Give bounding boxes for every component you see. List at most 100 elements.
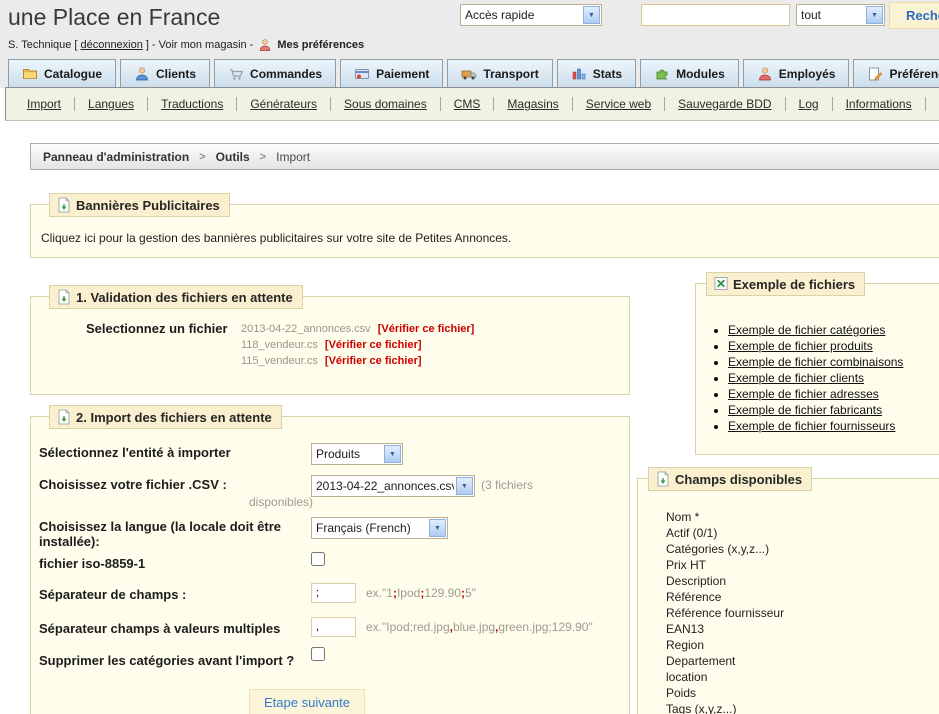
tab-employes[interactable]: Employés: [742, 59, 850, 88]
banner-section-legend: Bannières Publicitaires: [49, 193, 230, 217]
validation-section-legend: 1. Validation des fichiers en attente: [49, 285, 303, 309]
tab-label: Clients: [156, 66, 197, 81]
tab-catalogue[interactable]: Catalogue: [8, 59, 117, 88]
tab-transport[interactable]: Transport: [447, 59, 553, 88]
example-file-link[interactable]: Exemple de fichier produits: [728, 339, 873, 353]
dash: -: [151, 39, 156, 51]
field-item: Departement: [666, 654, 736, 668]
subtab-sauvegarde-bdd[interactable]: Sauvegarde BDD: [665, 97, 786, 111]
tab-clients[interactable]: Clients: [120, 59, 211, 88]
banner-section: Bannières Publicitaires Cliquez ici pour…: [30, 193, 939, 258]
field-item: Référence: [666, 590, 722, 604]
delete-categories-checkbox[interactable]: [311, 647, 325, 661]
file-name: 2013-04-22_annonces.csv: [241, 323, 371, 335]
cart-icon: [228, 66, 244, 82]
tab-paiement[interactable]: Paiement: [340, 59, 444, 88]
banner-title: Bannières Publicitaires: [76, 197, 220, 213]
available-fields-list: Nom * Actif (0/1) Catégories (x,y,z...) …: [666, 509, 784, 714]
subtab-traductions[interactable]: Traductions: [148, 97, 238, 111]
tab-label: Stats: [592, 66, 623, 81]
subtab-import[interactable]: Import: [14, 97, 76, 111]
tab-label: Préférences: [889, 66, 939, 81]
multivalue-separator-example: ex."Ipod;red.jpg,blue.jpg,green.jpg;129.…: [366, 620, 593, 634]
field-item: Prix HT: [666, 558, 706, 572]
truck-icon: [461, 66, 477, 82]
excel-file-icon: [714, 276, 728, 292]
tab-label: Employés: [778, 66, 836, 81]
breadcrumb-item[interactable]: Panneau d'administration: [43, 150, 189, 164]
pending-file-list: 2013-04-22_annonces.csv [Vérifier ce fic…: [241, 321, 474, 369]
language-select-wrap: Français (French) ▼: [311, 517, 448, 539]
next-step-button[interactable]: Etape suivante: [249, 689, 366, 714]
banner-text[interactable]: Cliquez ici pour la gestion des bannière…: [41, 231, 511, 245]
pending-file: 118_vendeur.cs [Vérifier ce fichier]: [241, 337, 474, 353]
subtab-langues[interactable]: Langues: [75, 97, 149, 111]
quick-access-select-wrap: Accès rapide ▼: [460, 4, 602, 26]
iso-file-label: fichier iso-8859-1: [39, 556, 146, 571]
subtab-generateurs[interactable]: Générateurs: [237, 97, 332, 111]
example-file-link[interactable]: Exemple de fichier adresses: [728, 387, 879, 401]
csv-file-select-wrap: 2013-04-22_annonces.csv ▼: [311, 475, 475, 497]
subtab-informations[interactable]: Informations: [833, 97, 926, 111]
iso-checkbox[interactable]: [311, 552, 325, 566]
subtab-service-web[interactable]: Service web: [573, 97, 666, 111]
files-available-note: (3 fichiers: [481, 478, 534, 492]
search-button[interactable]: Recherche: [889, 2, 939, 29]
file-name: 118_vendeur.cs: [241, 339, 318, 351]
csv-file-label: Choisissez votre fichier .CSV :: [39, 477, 227, 492]
import-section: 2. Import des fichiers en attente Sélect…: [30, 405, 630, 714]
import-page-icon: [57, 409, 71, 425]
my-preferences-link[interactable]: Mes préférences: [277, 39, 364, 51]
entity-select[interactable]: Produits: [312, 444, 402, 464]
tab-label: Transport: [483, 66, 539, 81]
tab-preferences[interactable]: Préférences: [853, 59, 939, 88]
view-shop-link[interactable]: Voir mon magasin: [159, 39, 247, 51]
verify-file-link[interactable]: [Vérifier ce fichier]: [325, 339, 422, 351]
examples-section: Exemple de fichiers Exemple de fichier c…: [695, 272, 939, 455]
file-select-row: Selectionnez un fichier 2013-04-22_annon…: [86, 321, 474, 369]
person-blue-icon: [134, 66, 150, 82]
example-file-link[interactable]: Exemple de fichier fabricants: [728, 403, 882, 417]
search-input[interactable]: [641, 4, 790, 26]
field-separator-example: ex."1;Ipod;129.90;5": [366, 586, 476, 600]
example-file-list: Exemple de fichier catégories Exemple de…: [728, 322, 903, 434]
entity-select-wrap: Produits ▼: [311, 443, 403, 465]
multivalue-separator-input[interactable]: [311, 617, 356, 637]
import-page-icon: [57, 197, 71, 213]
search-scope-select[interactable]: tout: [797, 5, 884, 25]
example-file-link[interactable]: Exemple de fichier catégories: [728, 323, 885, 337]
available-fields-title: Champs disponibles: [675, 471, 803, 487]
verify-file-link[interactable]: [Vérifier ce fichier]: [378, 323, 475, 335]
field-separator-input[interactable]: [311, 583, 356, 603]
field-item: Référence fournisseur: [666, 606, 785, 620]
tab-label: Commandes: [250, 66, 323, 81]
credit-card-icon: [354, 66, 370, 82]
tab-modules[interactable]: Modules: [640, 59, 739, 88]
logout-link[interactable]: déconnexion: [80, 39, 142, 51]
tab-stats[interactable]: Stats: [556, 59, 637, 88]
entity-label: Sélectionnez l'entité à importer: [39, 445, 231, 460]
example-file-link[interactable]: Exemple de fichier combinaisons: [728, 355, 903, 369]
bracket: [: [74, 39, 78, 51]
csv-file-select[interactable]: 2013-04-22_annonces.csv: [312, 476, 474, 496]
file-name: 115_vendeur.cs: [241, 355, 318, 367]
breadcrumb-item[interactable]: Outils: [216, 150, 250, 164]
subtab-cms[interactable]: CMS: [441, 97, 495, 111]
tab-commandes[interactable]: Commandes: [214, 59, 337, 88]
examples-section-legend: Exemple de fichiers: [706, 272, 866, 296]
verify-file-link[interactable]: [Vérifier ce fichier]: [325, 355, 422, 367]
breadcrumb-separator-icon: >: [199, 150, 206, 163]
language-select[interactable]: Français (French): [312, 518, 447, 538]
available-fields-legend: Champs disponibles: [648, 467, 813, 491]
example-file-link[interactable]: Exemple de fichier clients: [728, 371, 864, 385]
field-item: Actif (0/1): [666, 526, 718, 540]
field-item: location: [666, 670, 708, 684]
delete-categories-label: Supprimer les catégories avant l'import …: [39, 653, 295, 668]
field-item: Region: [666, 638, 705, 652]
quick-access-select[interactable]: Accès rapide: [461, 5, 601, 25]
subtab-magasins[interactable]: Magasins: [494, 97, 573, 111]
subtab-log[interactable]: Log: [786, 97, 833, 111]
subtab-sous-domaines[interactable]: Sous domaines: [331, 97, 441, 111]
puzzle-icon: [654, 66, 670, 82]
example-file-link[interactable]: Exemple de fichier fournisseurs: [728, 419, 895, 433]
